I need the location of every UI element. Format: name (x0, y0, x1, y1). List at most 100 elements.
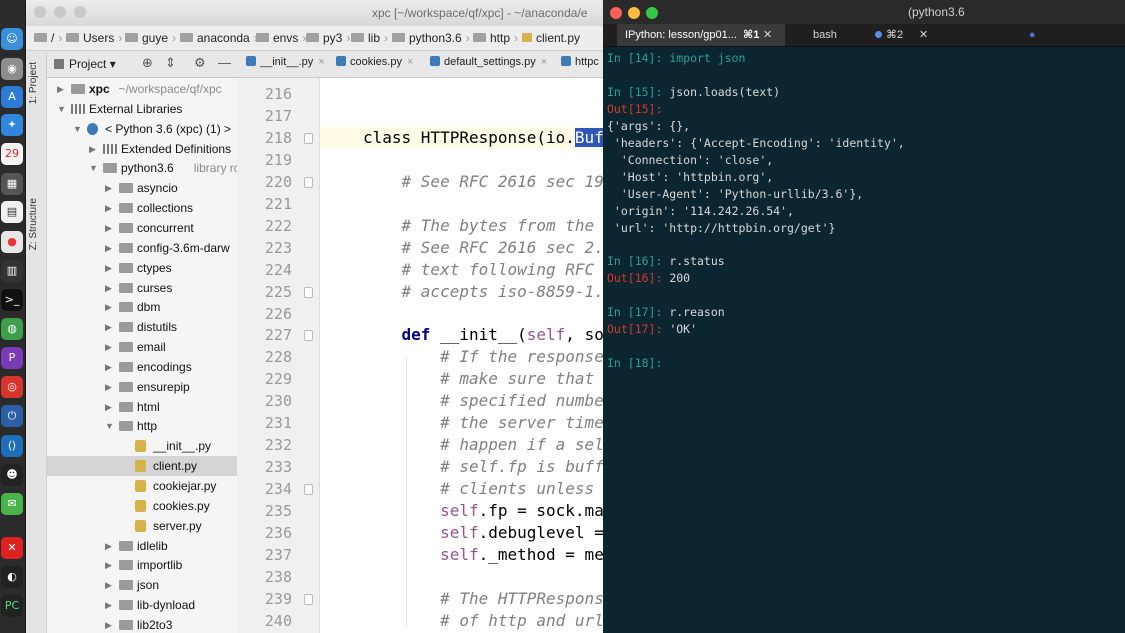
tree-item[interactable]: ▶ ensurepip (47, 377, 257, 397)
chevron-right-icon[interactable]: ▶ (105, 198, 112, 218)
zoom-button[interactable] (74, 6, 86, 18)
chevron-right-icon[interactable]: ▶ (105, 218, 112, 238)
chevron-right-icon[interactable]: ▶ (105, 178, 112, 198)
safari-icon[interactable]: ✦ (1, 114, 23, 136)
code-line[interactable]: # text following RFC 20 (320, 259, 603, 281)
code-editor[interactable]: class HTTPResponse(io.Buffe # See RFC 26… (320, 78, 603, 633)
terminal-tab-ipython[interactable]: IPython: lesson/gp01... ⌘1 (617, 24, 785, 46)
tree-item[interactable]: ▶ importlib (47, 555, 257, 575)
chevron-down-icon[interactable]: ▼ (105, 416, 114, 436)
tree-item[interactable]: ▶ lib2to3 (47, 615, 257, 633)
app-store-icon[interactable]: A (1, 86, 23, 108)
close-button[interactable] (34, 6, 46, 18)
chevron-right-icon[interactable]: ▶ (105, 377, 112, 397)
code-line[interactable]: # the server times (320, 412, 603, 434)
code-line[interactable] (320, 303, 363, 325)
app-icon-purple[interactable]: P (1, 347, 23, 369)
breadcrumb-item[interactable]: guye › (125, 31, 176, 45)
code-line[interactable] (320, 83, 363, 105)
code-line[interactable]: class HTTPResponse(io.Buffe (320, 126, 603, 149)
chevron-right-icon[interactable]: ▶ (105, 615, 112, 633)
project-tool-tab[interactable]: 1: Project (28, 62, 39, 104)
breadcrumb-item[interactable]: envs › (256, 31, 306, 45)
code-line[interactable]: # accepts iso-8859-1. (320, 281, 603, 303)
code-line[interactable]: # clients unless th (320, 478, 603, 500)
fold-marker-icon[interactable] (304, 176, 313, 188)
gear-icon[interactable]: ⚙ (194, 55, 206, 71)
tree-item[interactable]: cookies.py (47, 496, 257, 516)
chevron-down-icon[interactable]: ▼ (89, 158, 98, 178)
activity-monitor-icon[interactable]: ▥ (1, 260, 23, 282)
tree-item[interactable]: ▶ ctypes (47, 258, 257, 278)
code-line[interactable]: def __init__(self, sock (320, 324, 603, 346)
tree-item[interactable]: ▶ collections (47, 198, 257, 218)
close-button[interactable] (610, 7, 622, 19)
chevron-right-icon[interactable]: ▶ (105, 555, 112, 575)
fold-marker-icon[interactable] (304, 593, 313, 605)
breadcrumb-item[interactable]: py3 › (306, 31, 350, 45)
tree-item[interactable]: client.py (47, 456, 257, 477)
code-line[interactable]: # The HTTPResponse (320, 588, 603, 610)
breadcrumb-item[interactable]: http › (473, 31, 518, 45)
terminal-icon[interactable]: >_ (1, 289, 23, 311)
terminal-tab-2[interactable]: ⌘2 (875, 24, 903, 46)
code-line[interactable]: # make sure that th (320, 368, 603, 390)
qq-icon[interactable]: ☻ (1, 464, 23, 486)
code-line[interactable] (320, 105, 363, 127)
tree-item[interactable]: ▶ json (47, 575, 257, 595)
xmind-icon[interactable]: ✕ (1, 537, 23, 559)
collapse-icon[interactable]: ⇕ (165, 55, 176, 71)
close-tab-icon[interactable]: ✕ (763, 24, 772, 46)
minimize-button[interactable] (54, 6, 66, 18)
terminal-tab-bash[interactable]: bash (813, 24, 837, 46)
breadcrumb-item[interactable]: python3.6 › (392, 31, 470, 45)
breadcrumb-item[interactable]: anaconda› (180, 31, 258, 45)
locate-icon[interactable]: ⊕ (142, 55, 153, 71)
code-line[interactable] (320, 149, 363, 171)
code-line[interactable]: # specified number (320, 390, 603, 412)
chevron-right-icon[interactable]: ▶ (105, 337, 112, 357)
minimize-button[interactable] (628, 7, 640, 19)
tree-item[interactable]: ▶ concurrent (47, 218, 257, 238)
tree-item[interactable]: cookiejar.py (47, 476, 257, 496)
code-line[interactable]: self.debuglevel = d (320, 522, 603, 544)
browser-icon[interactable]: ◍ (1, 318, 23, 340)
editor-tab[interactable]: default_settings.py × (430, 56, 547, 68)
code-line[interactable]: self.fp = sock.make (320, 500, 603, 522)
fold-marker-icon[interactable] (304, 330, 313, 342)
code-line[interactable]: # happen if a self. (320, 434, 603, 456)
tree-item[interactable]: ▼ http (47, 416, 257, 436)
code-line[interactable] (320, 566, 363, 588)
close-tab-icon[interactable]: × (541, 56, 547, 68)
tree-item[interactable]: ▼ python3.6 library ro (47, 158, 257, 178)
editor-tab[interactable]: cookies.py × (336, 56, 413, 68)
chevron-right-icon[interactable]: ▶ (105, 317, 112, 337)
tree-item[interactable]: ▶ lib-dynload (47, 595, 257, 615)
chevron-down-icon[interactable]: ▼ (57, 99, 66, 119)
tree-item[interactable]: ▼ < Python 3.6 (xpc) (1) > (47, 119, 257, 139)
tree-item[interactable]: ▶ distutils (47, 317, 257, 337)
project-view-selector[interactable]: Project ▾ (54, 57, 116, 71)
tree-item[interactable]: ▶ html (47, 397, 257, 417)
photos-icon[interactable]: ▦ (1, 173, 23, 195)
chevron-right-icon[interactable]: ▶ (105, 575, 112, 595)
chevron-right-icon[interactable]: ▶ (105, 297, 112, 317)
launchpad-icon[interactable]: ◉ (1, 58, 23, 80)
pycharm-icon[interactable]: PC (1, 595, 23, 617)
code-line[interactable]: self._method = meth (320, 544, 603, 566)
chevron-down-icon[interactable]: ▼ (73, 119, 82, 139)
code-line[interactable]: # If the response i (320, 346, 603, 368)
new-tab-icon[interactable]: ● (1029, 24, 1036, 46)
tree-item[interactable]: ▶ Extended Definitions (47, 139, 257, 159)
close-tab-icon[interactable]: × (318, 56, 324, 68)
finder-icon[interactable]: ☺ (1, 28, 23, 50)
chevron-right-icon[interactable]: ▶ (105, 397, 112, 417)
chevron-right-icon[interactable]: ▶ (105, 278, 112, 298)
app-icon-red[interactable]: ◎ (1, 376, 23, 398)
app-icon-blue[interactable]: ⏻ (1, 405, 23, 427)
tree-item[interactable]: ▶ idlelib (47, 536, 257, 556)
chevron-right-icon[interactable]: ▶ (89, 139, 96, 159)
tree-item[interactable]: ▶ curses (47, 278, 257, 298)
zoom-button[interactable] (646, 7, 658, 19)
chevron-right-icon[interactable]: ▶ (57, 79, 64, 99)
